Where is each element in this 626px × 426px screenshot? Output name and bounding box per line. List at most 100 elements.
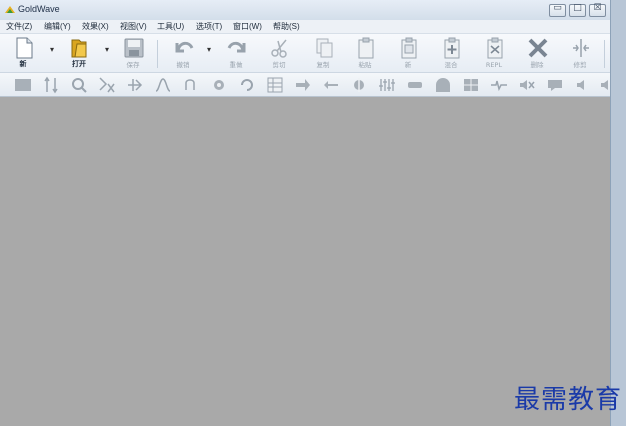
paste-new-button[interactable]: 新 <box>391 36 425 70</box>
save-button[interactable]: 保存 <box>116 36 150 70</box>
dome-icon <box>436 78 450 92</box>
effects-tool-4[interactable] <box>98 76 116 94</box>
mix-plus-icon <box>444 37 460 59</box>
paste-label: 粘贴 <box>358 61 372 69</box>
menu-options[interactable]: 选项(T) <box>196 21 222 32</box>
loop-icon <box>185 79 195 90</box>
speaker-icon <box>577 80 584 90</box>
menu-tools[interactable]: 工具(U) <box>157 21 184 32</box>
effects-tool-1[interactable] <box>14 76 32 94</box>
curve-wave-icon <box>155 78 171 92</box>
effects-tool-15[interactable] <box>406 76 424 94</box>
new-file-icon <box>16 37 33 59</box>
crossfade-icon <box>99 77 115 93</box>
effects-tool-18[interactable] <box>490 76 508 94</box>
cut-button[interactable]: 剪切 <box>262 36 296 70</box>
menu-help[interactable]: 帮助(S) <box>273 21 300 32</box>
delete-button[interactable]: 删除 <box>520 36 554 70</box>
effects-tool-3[interactable] <box>70 76 88 94</box>
undo-label: 撤销 <box>176 61 190 69</box>
speaker-partial-icon <box>601 80 608 90</box>
mix-label: 混合 <box>444 61 458 69</box>
compress-icon <box>408 82 422 88</box>
redo-label: 重做 <box>229 61 243 69</box>
sound-workspace[interactable] <box>0 97 610 426</box>
undo-dropdown-icon[interactable]: ▾ <box>204 45 214 55</box>
delete-x-icon <box>528 38 548 58</box>
window-controls: ▭ □ ☒ <box>549 3 606 17</box>
app-window: GoldWave ▭ □ ☒ 文件(Z) 编辑(Y) 效果(X) 视图(V) 工… <box>0 0 611 426</box>
effects-toolbar <box>0 73 610 97</box>
effects-tool-9[interactable] <box>238 76 256 94</box>
open-button[interactable]: 打开 <box>62 36 96 70</box>
minimize-button[interactable]: ▭ <box>549 3 566 17</box>
minimize-icon: ▭ <box>553 3 562 13</box>
redo-button[interactable]: 重做 <box>219 36 253 70</box>
effects-tool-2[interactable] <box>42 76 60 94</box>
mix-button[interactable]: 混合 <box>434 36 468 70</box>
noise-line-icon <box>491 80 507 92</box>
delete-label: 删除 <box>530 61 544 69</box>
new-dropdown-icon[interactable]: ▾ <box>47 45 57 55</box>
effects-tool-17[interactable] <box>462 76 480 94</box>
undo-button[interactable]: 撤销 <box>166 36 200 70</box>
matrix-icon <box>464 79 478 91</box>
effects-tool-6[interactable] <box>154 76 172 94</box>
message-icon <box>548 80 562 91</box>
cog-icon <box>214 80 224 90</box>
clipboard-paste-icon <box>358 37 374 59</box>
left-arrow-icon <box>324 81 338 89</box>
copy-button[interactable]: 复制 <box>306 36 340 70</box>
effects-tool-21[interactable] <box>574 76 592 94</box>
effects-tool-8[interactable] <box>210 76 228 94</box>
mute-speaker-icon <box>520 80 535 90</box>
maximize-icon: □ <box>573 3 582 13</box>
effects-tool-22[interactable] <box>598 76 616 94</box>
grid-panel-icon <box>267 77 283 93</box>
effects-tool-7[interactable] <box>182 76 200 94</box>
paste-new-icon <box>401 37 417 59</box>
menu-edit[interactable]: 编辑(Y) <box>44 21 71 32</box>
menu-effects[interactable]: 效果(X) <box>82 21 109 32</box>
menu-file[interactable]: 文件(Z) <box>6 21 32 32</box>
close-button[interactable]: ☒ <box>589 3 606 17</box>
cut-label: 剪切 <box>272 61 286 69</box>
effects-tool-12[interactable] <box>322 76 340 94</box>
copy-label: 复制 <box>316 61 330 69</box>
effects-tool-11[interactable] <box>294 76 312 94</box>
paste-button[interactable]: 粘贴 <box>348 36 382 70</box>
menu-window[interactable]: 窗口(W) <box>233 21 262 32</box>
redo-icon <box>227 41 246 53</box>
new-label: 新 <box>19 60 27 68</box>
trim-button[interactable]: 修剪 <box>563 36 597 70</box>
window-title: GoldWave <box>18 4 60 14</box>
save-label: 保存 <box>126 61 140 69</box>
trim-label: 修剪 <box>573 61 587 69</box>
undo-icon <box>175 41 194 53</box>
watermark-text: 最需教育 <box>513 385 622 415</box>
replace-icon <box>487 37 503 59</box>
maximize-button[interactable]: □ <box>569 3 586 17</box>
paste-new-label: 新 <box>404 61 412 69</box>
effects-tool-14[interactable] <box>378 76 396 94</box>
right-arrow-icon <box>296 79 310 91</box>
new-button[interactable]: 新 <box>6 36 40 70</box>
open-label: 打开 <box>72 60 86 68</box>
scissors-icon <box>271 39 287 58</box>
magnify-icon <box>72 78 87 93</box>
toolbar-separator <box>157 40 158 68</box>
effects-tool-19[interactable] <box>518 76 536 94</box>
copy-icon <box>316 38 333 58</box>
effects-tool-13[interactable] <box>350 76 368 94</box>
open-folder-icon <box>71 39 87 58</box>
close-icon: ☒ <box>593 3 602 13</box>
effects-tool-10[interactable] <box>266 76 284 94</box>
replace-button[interactable]: REPL <box>477 36 511 70</box>
save-disk-icon <box>124 38 144 58</box>
effects-tool-20[interactable] <box>546 76 564 94</box>
effects-tool-5[interactable] <box>126 76 144 94</box>
menu-view[interactable]: 视图(V) <box>120 21 147 32</box>
waveform-box-icon <box>15 79 31 91</box>
effects-tool-16[interactable] <box>434 76 452 94</box>
open-dropdown-icon[interactable]: ▾ <box>102 45 112 55</box>
